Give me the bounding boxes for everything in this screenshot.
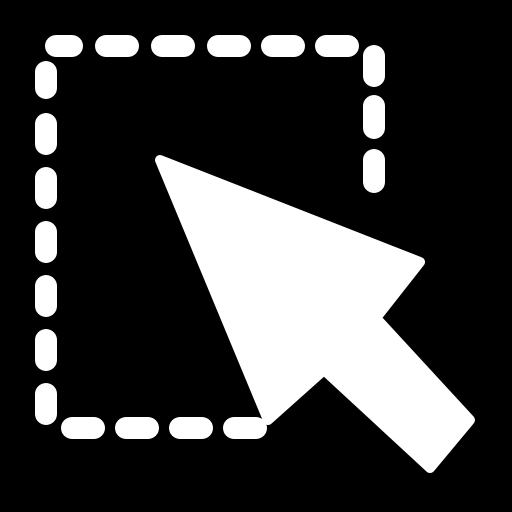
icon-canvas <box>0 0 512 512</box>
selection-cursor-icon <box>0 0 512 512</box>
